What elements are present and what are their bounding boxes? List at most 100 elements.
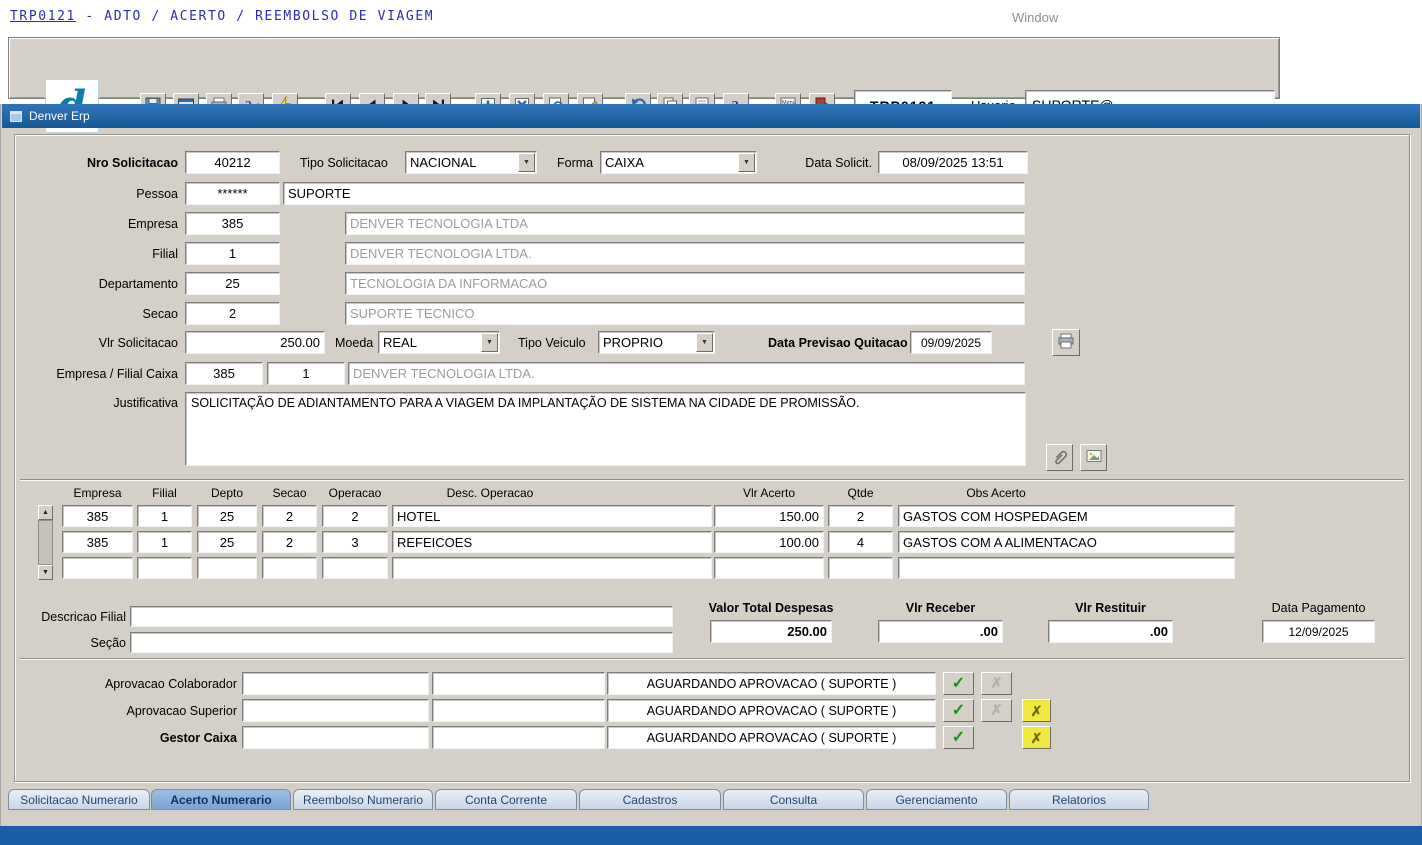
gestor-caixa-field2[interactable]: [432, 726, 605, 749]
secao-code-input[interactable]: [185, 302, 280, 325]
grid-cell-vlr-acerto[interactable]: [714, 531, 824, 553]
caixa-empresa-input[interactable]: [185, 362, 263, 385]
chevron-down-icon[interactable]: ▼: [481, 333, 498, 352]
tipo-solicitacao-value: NACIONAL: [410, 155, 476, 170]
check-icon: ✓: [952, 676, 965, 692]
approve-gestor-button[interactable]: ✓: [943, 726, 974, 749]
empresa-label: Empresa: [20, 217, 178, 231]
grid-cell-depto[interactable]: [197, 505, 257, 527]
window-menu-item[interactable]: Window: [1012, 10, 1058, 25]
grid-cell-empresa[interactable]: [62, 505, 133, 527]
tipo-solicitacao-select[interactable]: NACIONAL ▼: [405, 151, 537, 174]
form-window-icon: [10, 111, 22, 122]
grid-cell-vlr-acerto[interactable]: [714, 505, 824, 527]
grid-cell-filial[interactable]: [137, 505, 192, 527]
tab-acerto-numerario[interactable]: Acerto Numerario: [151, 789, 291, 810]
grid-cell-operacao[interactable]: [322, 531, 388, 553]
grid-header-secao: Secao: [262, 486, 317, 500]
data-previsao-input[interactable]: [910, 331, 992, 354]
cancel-superior-button[interactable]: ✗: [1022, 699, 1051, 722]
descricao-filial-input[interactable]: [130, 606, 673, 627]
reject-superior-button[interactable]: ✗: [981, 699, 1012, 722]
grid-cell-qtde[interactable]: [828, 505, 893, 527]
image-icon: [1085, 447, 1103, 468]
valor-total-display: 250.00: [710, 620, 832, 643]
grid-scroll-up-button[interactable]: ▲: [38, 505, 53, 520]
section-divider: [20, 479, 1404, 481]
secao-filial-label: Seção: [20, 636, 126, 650]
forma-value: CAIXA: [605, 155, 644, 170]
departamento-code-input[interactable]: [185, 272, 280, 295]
cancel-gestor-button[interactable]: ✗: [1022, 726, 1051, 749]
aprovacao-superior-field2[interactable]: [432, 699, 605, 722]
approve-superior-button[interactable]: ✓: [943, 699, 974, 722]
grid-scrollbar-track[interactable]: [38, 520, 53, 565]
empresa-code-input[interactable]: [185, 212, 280, 235]
aprovacao-colaborador-field1[interactable]: [242, 672, 429, 695]
moeda-select[interactable]: REAL▼: [378, 331, 500, 354]
grid-cell-desc-operacao[interactable]: [392, 505, 712, 527]
grid-cell-empresa[interactable]: [62, 531, 133, 553]
grid-cell-operacao[interactable]: [322, 505, 388, 527]
window-title-rest: - ADTO / ACERTO / REEMBOLSO DE VIAGEM: [76, 9, 434, 24]
arrow-up-icon: ▲: [42, 509, 49, 516]
image-attachment-button[interactable]: [1080, 444, 1107, 471]
pessoa-code-input[interactable]: [185, 182, 280, 205]
tipo-veiculo-select[interactable]: PROPRIO▼: [598, 331, 715, 354]
departamento-name-display: TECNOLOGIA DA INFORMACAO: [345, 272, 1025, 295]
grid-cell-secao[interactable]: [262, 505, 317, 527]
tab-cadastros[interactable]: Cadastros: [579, 789, 721, 810]
tab-solicitacao-numerario[interactable]: Solicitacao Numerario: [8, 789, 150, 810]
grid-cell-obs-acerto[interactable]: [898, 531, 1235, 553]
grid-cell-secao[interactable]: [262, 531, 317, 553]
grid-cell-filial[interactable]: [137, 531, 192, 553]
app-window: TRP0121 - ADTO / ACERTO / REEMBOLSO DE V…: [0, 0, 1422, 845]
aprovacao-superior-field1[interactable]: [242, 699, 429, 722]
grid-cell-secao[interactable]: [262, 557, 317, 579]
toolbar: d ? ? Menu TRP0121 Usuario: [8, 37, 1280, 99]
vlr-receber-label: Vlr Receber: [878, 601, 1003, 615]
grid-cell-obs-acerto[interactable]: [898, 505, 1235, 527]
grid-cell-depto[interactable]: [197, 557, 257, 579]
departamento-label: Departamento: [20, 277, 178, 291]
grid-cell-desc-operacao[interactable]: [392, 557, 712, 579]
attachment-button[interactable]: [1046, 444, 1073, 471]
grid-cell-vlr-acerto[interactable]: [714, 557, 824, 579]
pessoa-name-input[interactable]: [283, 182, 1025, 205]
grid-cell-desc-operacao[interactable]: [392, 531, 712, 553]
x-icon: ✗: [990, 703, 1003, 718]
grid-cell-qtde[interactable]: [828, 531, 893, 553]
data-solicit-input[interactable]: [878, 151, 1028, 174]
check-icon: ✓: [952, 703, 965, 719]
chevron-down-icon[interactable]: ▼: [696, 333, 713, 352]
nro-solicitacao-input[interactable]: [185, 151, 280, 174]
tab-consulta[interactable]: Consulta: [723, 789, 864, 810]
forma-select[interactable]: CAIXA ▼: [600, 151, 757, 174]
chevron-down-icon[interactable]: ▼: [518, 153, 535, 172]
grid-scroll-down-button[interactable]: ▼: [38, 565, 53, 580]
tab-gerenciamento[interactable]: Gerenciamento: [866, 789, 1007, 810]
caixa-filial-input[interactable]: [267, 362, 345, 385]
section-divider: [20, 658, 1404, 660]
grid-header-filial: Filial: [137, 486, 192, 500]
reject-colaborador-button[interactable]: ✗: [981, 672, 1012, 695]
chevron-down-icon[interactable]: ▼: [738, 153, 755, 172]
filial-code-input[interactable]: [185, 242, 280, 265]
aprovacao-colaborador-field2[interactable]: [432, 672, 605, 695]
secao-filial-input[interactable]: [130, 632, 673, 653]
grid-cell-operacao[interactable]: [322, 557, 388, 579]
print-request-button[interactable]: [1052, 329, 1080, 356]
grid-cell-filial[interactable]: [137, 557, 192, 579]
data-pagamento-input[interactable]: [1262, 620, 1375, 643]
tab-relatorios[interactable]: Relatorios: [1009, 789, 1149, 810]
grid-cell-empresa[interactable]: [62, 557, 133, 579]
tab-conta-corrente[interactable]: Conta Corrente: [435, 789, 577, 810]
grid-cell-depto[interactable]: [197, 531, 257, 553]
grid-cell-obs-acerto[interactable]: [898, 557, 1235, 579]
justificativa-textarea[interactable]: SOLICITAÇÃO DE ADIANTAMENTO PARA A VIAGE…: [185, 392, 1026, 466]
tab-reembolso-numerario[interactable]: Reembolso Numerario: [293, 789, 433, 810]
vlr-solicitacao-input[interactable]: [185, 331, 325, 354]
gestor-caixa-field1[interactable]: [242, 726, 429, 749]
approve-colaborador-button[interactable]: ✓: [943, 672, 974, 695]
grid-cell-qtde[interactable]: [828, 557, 893, 579]
